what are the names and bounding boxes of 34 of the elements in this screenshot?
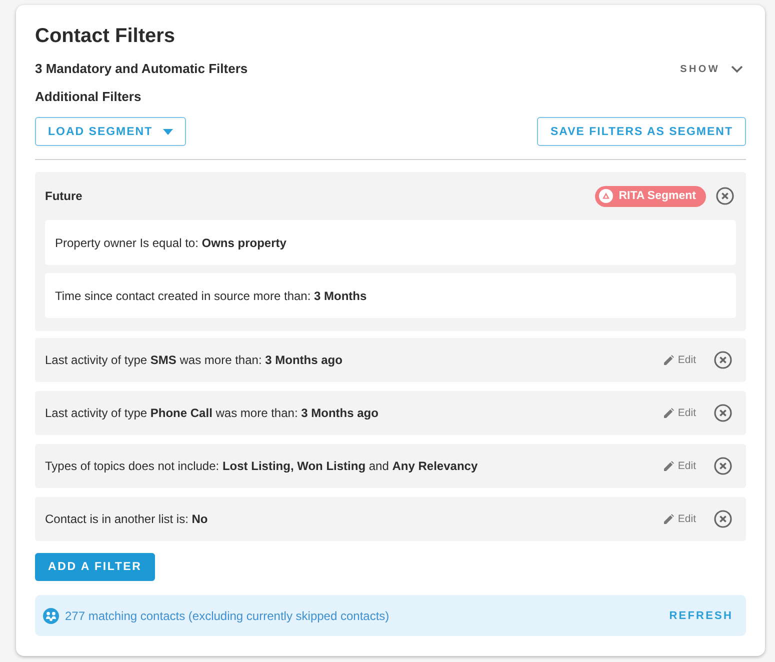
load-segment-button[interactable]: LOAD SEGMENT [35, 117, 186, 146]
pencil-icon [664, 355, 674, 365]
mandatory-filters-label: 3 Mandatory and Automatic Filters [35, 60, 248, 78]
condition-text: Time since contact created in source more than: 3 Months [55, 288, 367, 304]
additional-filters-label: Additional Filters [35, 88, 142, 106]
warning-icon [598, 189, 613, 203]
condition-text: Property owner Is equal to: Owns property [55, 234, 286, 250]
chevron-icon [731, 65, 743, 73]
filter-text: Contact is in another list is: No [45, 511, 209, 527]
people-icon [43, 608, 59, 624]
filter-text: Types of topics does not include: Lost Listing, Won Listing and Any Relevancy [45, 458, 479, 474]
filter-text: Last activity of type SMS was more than: 3 Months ago [45, 352, 344, 368]
filter-text: Last activity of type Phone Call was more than: 3 Months ago [45, 405, 380, 421]
show-toggle[interactable]: SHOW [680, 64, 743, 74]
pencil-icon [664, 514, 674, 524]
matching-contacts-text: 277 matching contacts (excluding currently skipped contacts) [65, 608, 390, 622]
refresh-button[interactable]: REFRESH [669, 610, 733, 622]
edit-button[interactable]: Edit [664, 460, 696, 472]
close-icon[interactable] [716, 187, 734, 205]
close-icon[interactable] [714, 510, 732, 528]
save-segment-button[interactable]: SAVE FILTERS AS SEGMENT [537, 117, 746, 146]
close-icon[interactable] [714, 404, 732, 422]
pencil-icon [664, 461, 674, 471]
add-filter-button[interactable]: ADD A FILTER [35, 553, 155, 581]
badge-label: RITA Segment [618, 190, 696, 202]
close-icon[interactable] [714, 351, 732, 369]
segment-name: Future [45, 189, 84, 203]
close-icon[interactable] [714, 457, 732, 475]
card-title: Contact Filters [35, 24, 176, 49]
edit-button[interactable]: Edit [664, 513, 696, 525]
caret-icon [162, 128, 173, 134]
edit-button[interactable]: Edit [664, 354, 696, 366]
pencil-icon [664, 408, 674, 418]
edit-button[interactable]: Edit [664, 407, 696, 419]
